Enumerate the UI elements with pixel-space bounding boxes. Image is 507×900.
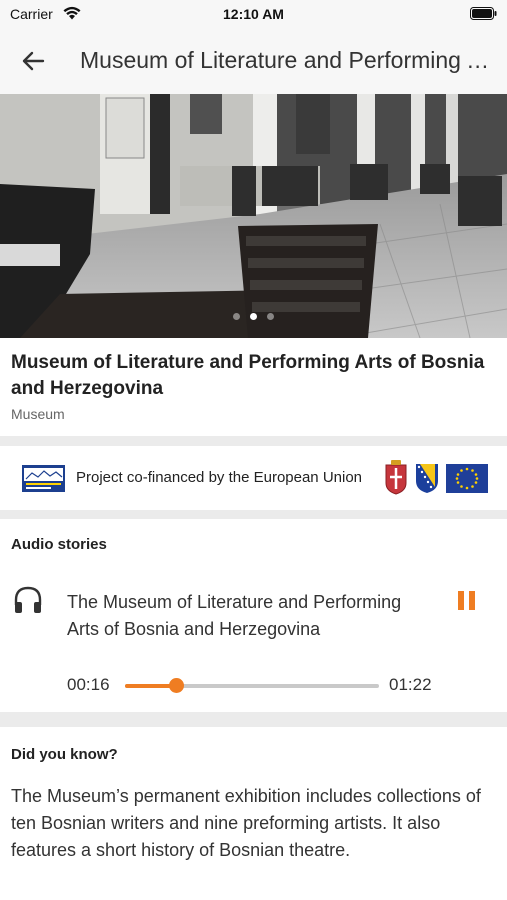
pause-icon xyxy=(469,591,475,610)
section-divider xyxy=(0,436,507,446)
pause-button[interactable] xyxy=(455,589,479,613)
eu-flag-icon xyxy=(446,464,488,493)
did-you-know-heading: Did you know? xyxy=(11,746,118,763)
total-time: 01:22 xyxy=(389,675,432,694)
battery-icon xyxy=(470,7,497,20)
courtyard-photo xyxy=(0,94,507,338)
audio-progress-slider[interactable] xyxy=(125,678,379,693)
pager-dot[interactable] xyxy=(233,313,240,320)
place-category: Museum xyxy=(11,406,65,422)
did-you-know-section: Did you know? The Museum’s permanent exh… xyxy=(0,727,507,900)
serbia-coat-of-arms-icon xyxy=(385,460,407,495)
did-you-know-text: The Museum’s permanent exhibition includ… xyxy=(11,786,481,860)
headphones-icon xyxy=(14,586,42,613)
interreg-program-logo xyxy=(22,465,65,492)
pager-dot-active[interactable] xyxy=(250,313,257,320)
current-time: 00:16 xyxy=(67,675,110,694)
section-divider xyxy=(0,712,507,727)
header-title: Museum of Literature and Performing Arts… xyxy=(80,47,490,73)
audio-stories-section: Audio stories The Museum of Literature a… xyxy=(0,519,507,712)
back-button[interactable] xyxy=(18,46,48,76)
audio-track-title[interactable]: The Museum of Literature and Performing … xyxy=(67,589,437,643)
audio-stories-heading: Audio stories xyxy=(11,536,107,553)
section-divider xyxy=(0,510,507,519)
funding-banner: Project co-financed by the European Unio… xyxy=(0,446,507,510)
hero-image-carousel[interactable] xyxy=(0,94,507,338)
place-title: Museum of Literature and Performing Arts… xyxy=(11,352,485,399)
clock-label: 12:10 AM xyxy=(223,6,284,22)
place-info: Museum of Literature and Performing Arts… xyxy=(0,338,507,436)
bosnia-coat-of-arms-icon xyxy=(416,464,438,493)
audio-progress-thumb[interactable] xyxy=(168,678,184,693)
arrow-left-icon xyxy=(22,51,45,71)
carousel-pager xyxy=(0,313,507,320)
pager-dot[interactable] xyxy=(267,313,274,320)
app-header: Museum of Literature and Performing Arts… xyxy=(0,28,507,94)
status-bar: Carrier 12:10 AM xyxy=(0,0,507,28)
funding-text: Project co-financed by the European Unio… xyxy=(76,469,363,486)
pause-icon xyxy=(458,591,464,610)
